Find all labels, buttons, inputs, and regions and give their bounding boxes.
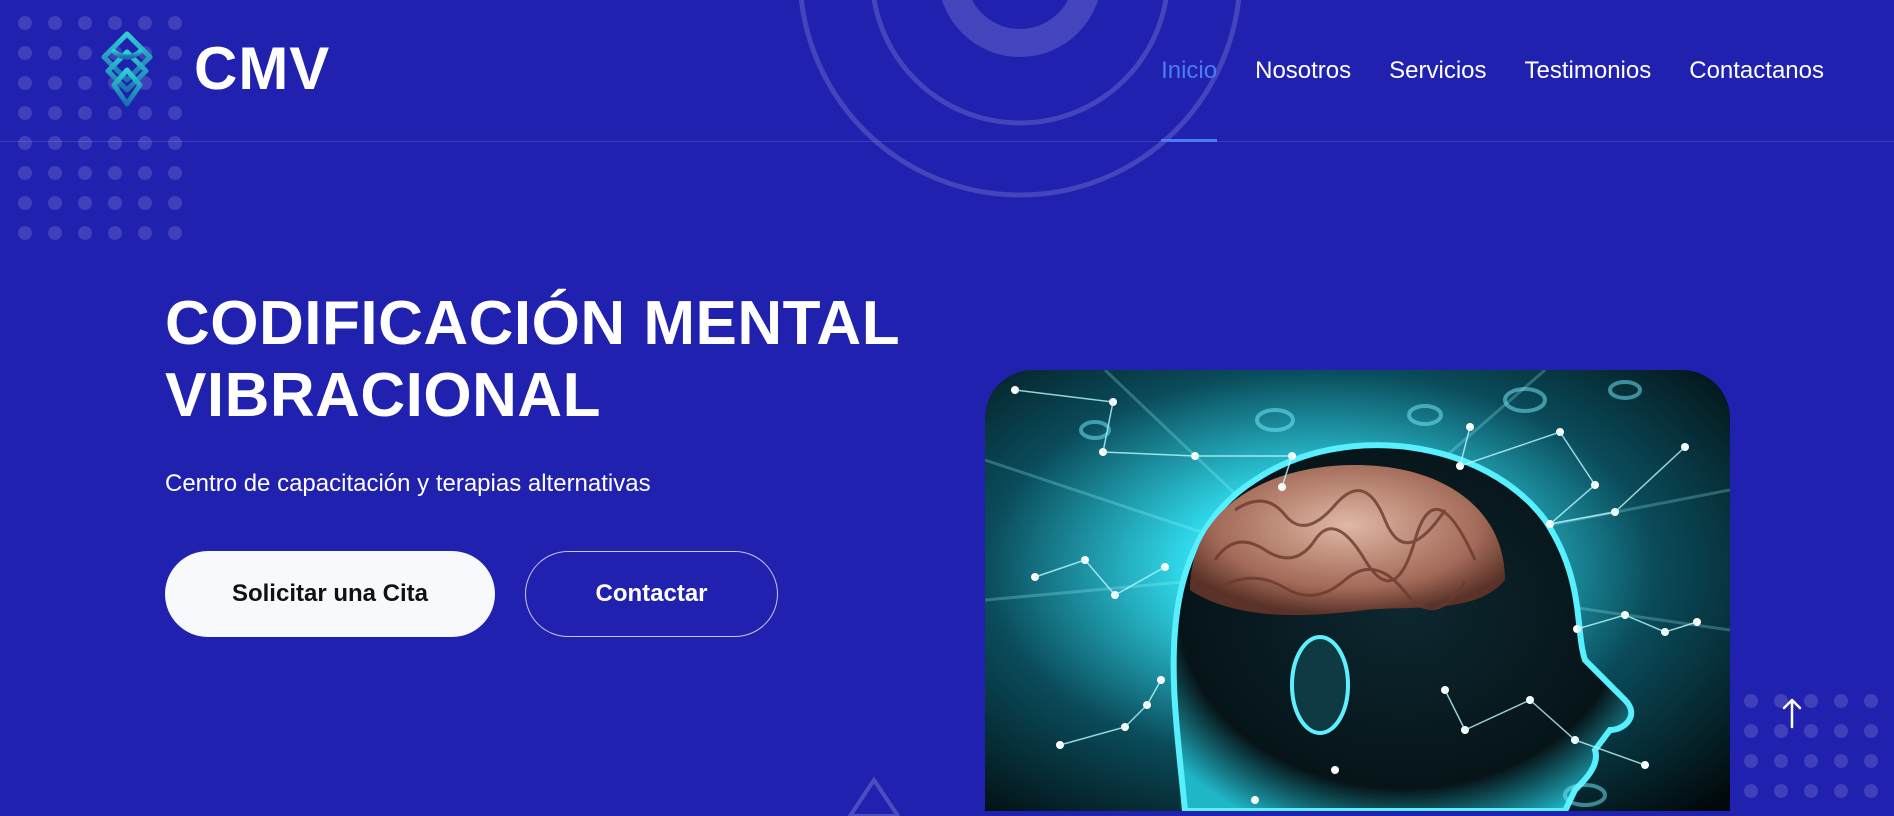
decorative-dot	[160, 218, 190, 248]
decorative-dot	[40, 158, 70, 188]
decorative-triangle	[847, 776, 901, 816]
site-header: CMV Inicio Nosotros Servicios Testimonio…	[0, 0, 1894, 142]
decorative-dot	[1766, 776, 1796, 806]
decorative-dot	[100, 218, 130, 248]
contact-button[interactable]: Contactar	[525, 551, 778, 637]
decorative-dot	[1856, 776, 1886, 806]
decorative-dot	[1766, 746, 1796, 776]
nav-item-testimonios[interactable]: Testimonios	[1525, 0, 1652, 141]
decorative-dot	[40, 188, 70, 218]
hero-image	[985, 370, 1730, 811]
nav-item-servicios[interactable]: Servicios	[1389, 0, 1486, 141]
main-nav: Inicio Nosotros Servicios Testimonios Co…	[1123, 0, 1824, 142]
nav-item-nosotros[interactable]: Nosotros	[1255, 0, 1351, 141]
decorative-dot	[10, 158, 40, 188]
decorative-dot	[130, 188, 160, 218]
decorative-dot	[1736, 776, 1766, 806]
decorative-dot	[100, 158, 130, 188]
hero-title-line-2: VIBRACIONAL	[165, 361, 602, 430]
decorative-dot	[130, 218, 160, 248]
decorative-dot	[1796, 776, 1826, 806]
decorative-dot	[1736, 686, 1766, 716]
decorative-dot	[130, 158, 160, 188]
hero-subtitle: Centro de capacitación y terapias altern…	[165, 470, 651, 497]
decorative-dot	[1886, 686, 1894, 716]
decorative-dot	[1886, 776, 1894, 806]
decorative-dot	[1736, 716, 1766, 746]
hero-title-line-1: CODIFICACIÓN MENTAL	[165, 289, 901, 358]
decorative-dot	[1826, 686, 1856, 716]
nav-item-contactanos[interactable]: Contactanos	[1689, 0, 1824, 141]
decorative-dot	[1736, 746, 1766, 776]
decorative-dot	[1886, 716, 1894, 746]
arrow-up-icon	[1782, 698, 1802, 729]
brand-logo[interactable]: CMV	[98, 30, 330, 108]
nav-item-inicio[interactable]: Inicio	[1161, 0, 1218, 142]
decorative-dot	[1826, 716, 1856, 746]
decorative-dot	[1856, 716, 1886, 746]
decorative-dot	[1826, 776, 1856, 806]
hero-title: CODIFICACIÓN MENTAL VIBRACIONAL	[165, 288, 925, 432]
brand-name: CMV	[194, 35, 331, 102]
decorative-dot	[70, 188, 100, 218]
decorative-dot	[70, 218, 100, 248]
decorative-dot	[1886, 746, 1894, 776]
decorative-dot	[160, 188, 190, 218]
decorative-dot	[40, 218, 70, 248]
decorative-dot	[1856, 746, 1886, 776]
decorative-dot	[10, 188, 40, 218]
decorative-dot	[160, 158, 190, 188]
decorative-dot	[70, 158, 100, 188]
request-appointment-button[interactable]: Solicitar una Cita	[165, 551, 495, 637]
brain-head-illustration	[985, 370, 1730, 811]
decorative-dot	[10, 218, 40, 248]
knot-logo-icon	[101, 31, 153, 107]
decorative-dots-bottom-right	[1736, 686, 1894, 806]
scroll-to-top-button[interactable]	[1776, 693, 1808, 733]
decorative-dot	[100, 188, 130, 218]
decorative-dot	[1796, 746, 1826, 776]
decorative-dot	[1826, 746, 1856, 776]
decorative-dot	[1856, 686, 1886, 716]
